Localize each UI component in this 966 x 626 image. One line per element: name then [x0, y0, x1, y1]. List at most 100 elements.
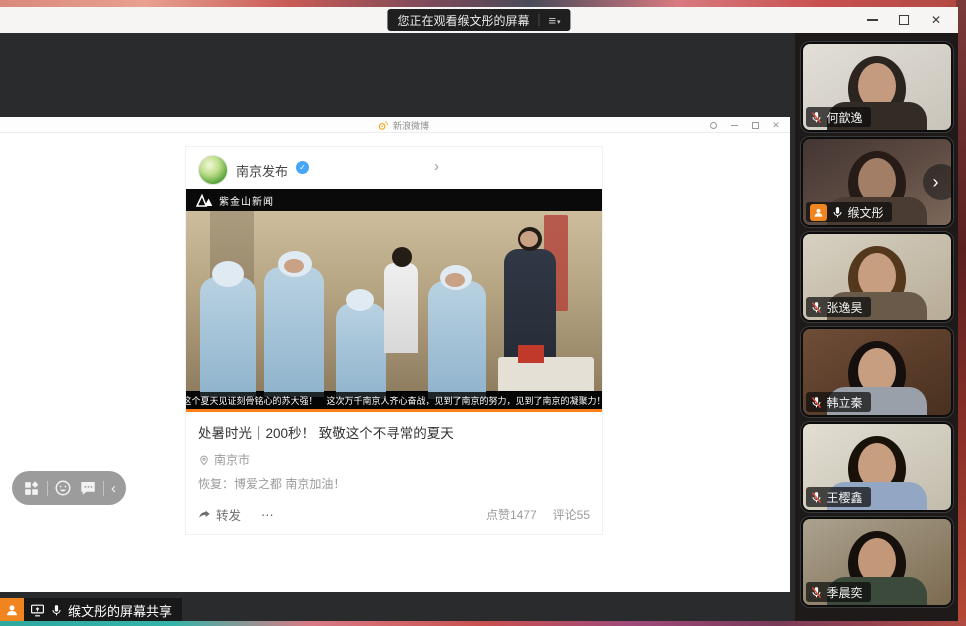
participant-video-tile[interactable]: 张逸昊	[801, 232, 953, 322]
post-header: 南京发布 ✓ ›	[186, 147, 602, 189]
share-badge-label-group: 缑文彤的屏幕共享	[24, 598, 182, 621]
view-menu-icon[interactable]: ≡▾	[548, 14, 560, 27]
white-shirt-figure	[384, 263, 418, 353]
screen-share-icon	[30, 604, 45, 617]
ppe-face	[284, 259, 304, 273]
desktop-wallpaper-top	[0, 0, 966, 7]
author-avatar[interactable]	[198, 155, 228, 185]
video-frame	[186, 211, 602, 391]
mic-icon	[810, 586, 823, 599]
ppe-cap	[346, 289, 374, 311]
chevron-right-icon[interactable]: ›	[434, 158, 439, 175]
video-top-bar: 紫金山新闻	[186, 189, 602, 211]
mic-icon	[810, 396, 823, 409]
participant-list: 何歆逸 缑文彤 ›	[795, 42, 958, 607]
participant-video-tile[interactable]: 韩立秦	[801, 327, 953, 417]
minimize-icon[interactable]	[728, 119, 740, 131]
participant-name-bar: 王樱鑫	[806, 487, 871, 507]
figure-face	[520, 231, 538, 247]
post-action-bar: 转发 ⋯ 点赞1477 评论55	[198, 505, 590, 524]
video-progress-bar[interactable]	[186, 409, 602, 412]
maximize-icon	[899, 15, 909, 25]
repost-button[interactable]: 转发	[198, 505, 241, 524]
author-name[interactable]: 南京发布	[236, 161, 288, 180]
skin-icon[interactable]	[707, 119, 719, 131]
layout-grid-icon[interactable]	[22, 479, 40, 497]
weibo-logo-icon	[378, 120, 389, 131]
participant-name: 缑文彤	[848, 204, 884, 221]
ppe-figure	[200, 277, 256, 397]
restore-icon[interactable]	[749, 119, 761, 131]
comments-count[interactable]: 评论55	[553, 506, 590, 523]
post-location[interactable]: 南京市	[198, 451, 590, 468]
ppe-figure	[336, 303, 386, 399]
more-button[interactable]: ⋯	[261, 507, 275, 522]
participant-name-bar: 韩立秦	[806, 392, 871, 412]
participant-name: 韩立秦	[827, 394, 863, 411]
pill-divider	[538, 14, 539, 26]
share-badge-label: 缑文彤的屏幕共享	[68, 601, 172, 620]
participant-name-bar: 季晨奕	[806, 582, 871, 602]
chat-icon[interactable]	[79, 479, 97, 497]
share-arrow-icon	[198, 508, 212, 522]
verified-badge-icon: ✓	[296, 161, 309, 174]
watching-label: 您正在观看缑文彤的屏幕	[397, 12, 529, 29]
participant-name: 王樱鑫	[827, 489, 863, 506]
maximize-button[interactable]	[892, 9, 916, 31]
minimize-button[interactable]	[860, 9, 884, 31]
ppe-cap	[212, 261, 244, 287]
meeting-window: 您正在观看缑文彤的屏幕 ≡▾ ✕ 新浪微博	[0, 7, 958, 621]
video-subtitle: 这个夏天见证刻骨铭心的苏大强！ 这次万千南京人齐心奋战，见到了南京的努力，见到了…	[186, 392, 602, 409]
toolbar-divider	[47, 481, 48, 496]
close-icon: ✕	[931, 13, 941, 27]
location-pin-icon	[198, 454, 210, 466]
shared-window-titlebar: 新浪微博 ✕	[0, 117, 790, 133]
collapse-toolbar-icon[interactable]: ‹	[111, 481, 116, 496]
location-label: 南京市	[214, 451, 250, 468]
participant-name: 何歆逸	[827, 109, 863, 126]
participant-name-bar: 张逸昊	[806, 297, 871, 317]
video-watermark: 紫金山新闻	[219, 193, 274, 208]
repost-label: 转发	[216, 505, 241, 524]
annotation-toolbar: ‹	[12, 471, 126, 505]
ppe-figure	[428, 281, 486, 399]
mic-icon	[810, 301, 823, 314]
post-video-player[interactable]: 紫金山新闻	[186, 189, 602, 412]
post-tagline: 恢复：博爱之都 南京加油！	[198, 475, 590, 492]
ppe-face	[445, 273, 465, 287]
weibo-page: 南京发布 ✓ › 紫金山新闻	[0, 134, 790, 592]
toolbar-divider	[103, 481, 104, 496]
close-button[interactable]: ✕	[924, 9, 948, 31]
window-controls: ✕	[860, 7, 948, 33]
participant-name: 张逸昊	[827, 299, 863, 316]
shared-window-controls: ✕	[707, 117, 782, 133]
app-titlebar: 您正在观看缑文彤的屏幕 ≡▾ ✕	[0, 7, 958, 33]
ppe-figure	[264, 267, 324, 397]
mic-icon	[810, 111, 823, 124]
expand-arrow-button[interactable]: ›	[923, 164, 953, 200]
participant-video-tile[interactable]: 季晨奕	[801, 517, 953, 607]
mic-icon	[831, 206, 844, 219]
mic-icon	[50, 604, 63, 617]
figure-head	[392, 247, 412, 267]
participant-name-bar: 何歆逸	[806, 107, 871, 127]
post-title: 处暑时光｜200秒！ 致敬这个不寻常的夏天	[198, 422, 590, 442]
likes-count[interactable]: 点赞1477	[486, 506, 537, 523]
participant-name: 季晨奕	[827, 584, 863, 601]
close-icon[interactable]: ✕	[770, 119, 782, 131]
participant-video-tile[interactable]: 缑文彤 ›	[801, 137, 953, 227]
white-table	[498, 357, 594, 391]
red-box	[518, 345, 544, 363]
participants-sidebar: 何歆逸 缑文彤 ›	[795, 33, 958, 621]
participant-video-tile[interactable]: 王樱鑫	[801, 422, 953, 512]
screen-share-area: 新浪微博 ✕ 南京发布 ✓ ›	[0, 33, 795, 621]
presenter-badge-icon	[810, 204, 827, 221]
post-stats: 点赞1477 评论55	[486, 506, 590, 523]
screen-share-badge: 缑文彤的屏幕共享	[0, 598, 182, 621]
weibo-post-card: 南京发布 ✓ › 紫金山新闻	[185, 146, 603, 535]
watching-banner[interactable]: 您正在观看缑文彤的屏幕 ≡▾	[387, 9, 570, 31]
participant-video-tile[interactable]: 何歆逸	[801, 42, 953, 132]
presenter-badge-icon	[0, 598, 24, 621]
zijinshan-logo-icon	[196, 194, 213, 207]
emoji-icon[interactable]	[54, 479, 72, 497]
